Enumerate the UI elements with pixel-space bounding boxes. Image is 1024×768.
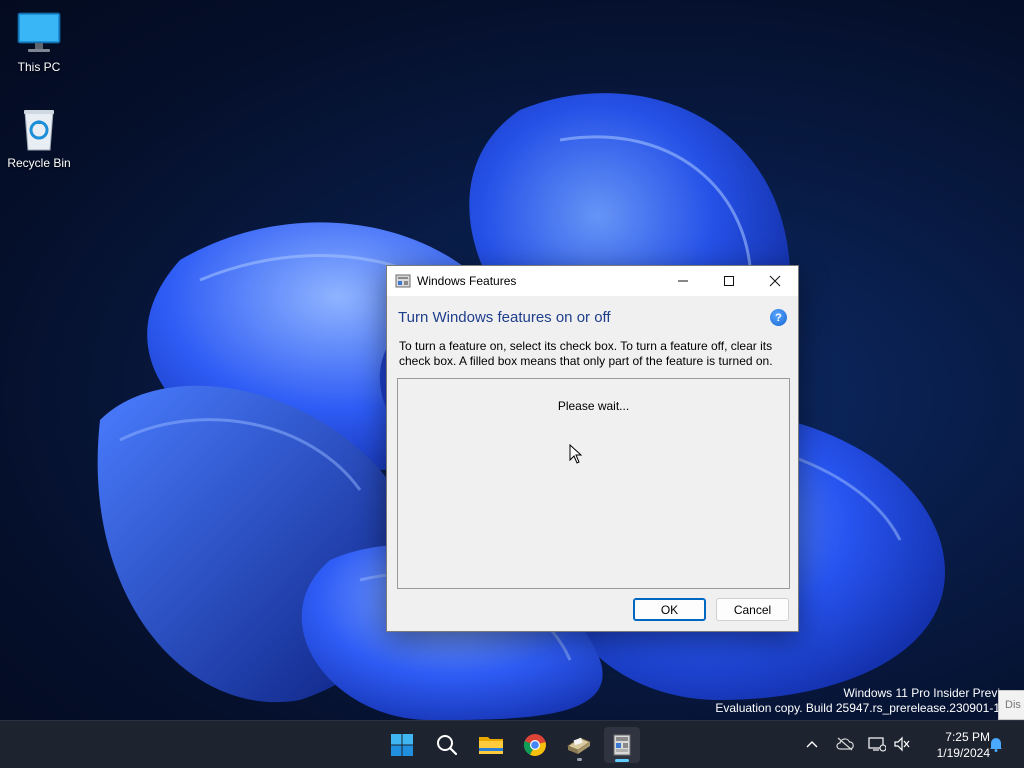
- volume-button[interactable]: [890, 731, 914, 757]
- volume-muted-icon: [894, 736, 910, 752]
- loading-status: Please wait...: [557, 399, 630, 413]
- maximize-button[interactable]: [706, 266, 752, 296]
- windows-features-dialog: Windows Features Turn Windows features o…: [386, 265, 799, 632]
- scanner-app-button[interactable]: [561, 727, 597, 763]
- network-button[interactable]: [865, 731, 889, 757]
- clock-time: 7:25 PM: [945, 730, 990, 744]
- chevron-up-icon: [806, 741, 818, 748]
- side-popup-label: Dis: [1005, 699, 1021, 711]
- evaluation-watermark: Windows 11 Pro Insider Previ Evaluation …: [715, 686, 1000, 716]
- file-explorer-icon: [479, 737, 503, 754]
- windows-features-icon: [395, 273, 411, 289]
- desktop-icon-this-pc[interactable]: This PC: [0, 10, 78, 74]
- chrome-button[interactable]: [517, 727, 553, 763]
- taskbar-clock[interactable]: 7:25 PM 1/19/2024: [918, 729, 990, 761]
- cancel-button[interactable]: Cancel: [716, 598, 789, 621]
- desktop-icon-label: Recycle Bin: [7, 156, 71, 170]
- minimize-icon: [678, 280, 688, 282]
- chrome-icon: [523, 734, 546, 756]
- show-hidden-icons-button[interactable]: [800, 731, 824, 757]
- help-button[interactable]: ?: [770, 309, 787, 326]
- notification-bell-icon: [990, 738, 1002, 752]
- ok-button[interactable]: OK: [633, 598, 706, 621]
- monitor-icon: [15, 10, 63, 58]
- dialog-heading: Turn Windows features on or off: [398, 309, 611, 326]
- side-popup-tab[interactable]: Dis: [998, 690, 1024, 720]
- network-icon: [868, 737, 886, 752]
- dialog-titlebar[interactable]: Windows Features: [387, 266, 798, 296]
- desktop-icon-label: This PC: [17, 60, 61, 74]
- notifications-button[interactable]: [984, 731, 1008, 757]
- close-icon: [769, 275, 781, 287]
- start-button[interactable]: [384, 727, 420, 763]
- start-icon: [391, 734, 413, 756]
- dialog-body: Turn Windows features on or off ? To tur…: [387, 296, 798, 631]
- close-button[interactable]: [752, 266, 798, 296]
- onedrive-button[interactable]: [833, 731, 857, 757]
- taskbar: 7:25 PM 1/19/2024: [0, 720, 1024, 768]
- features-tree[interactable]: Please wait...: [397, 378, 790, 589]
- scanner-app-icon: [567, 737, 591, 754]
- search-button[interactable]: [429, 727, 465, 763]
- windows-features-taskbar-button[interactable]: [604, 727, 640, 763]
- watermark-edition: Windows 11 Pro Insider Previ: [843, 686, 1000, 700]
- help-icon: ?: [775, 311, 782, 324]
- clock-date: 1/19/2024: [936, 746, 990, 760]
- minimize-button[interactable]: [660, 266, 706, 296]
- cloud-offline-icon: [836, 737, 854, 751]
- active-app-indicator: [615, 759, 629, 762]
- running-indicator: [577, 758, 582, 761]
- search-icon: [437, 735, 458, 756]
- desktop-icon-recycle-bin[interactable]: Recycle Bin: [0, 106, 78, 170]
- maximize-icon: [724, 276, 734, 286]
- dialog-description: To turn a feature on, select its check b…: [399, 339, 773, 368]
- windows-features-icon: [613, 734, 631, 756]
- mouse-cursor-icon: [569, 444, 583, 464]
- file-explorer-button[interactable]: [473, 727, 509, 763]
- recycle-bin-icon: [15, 106, 63, 154]
- dialog-title: Windows Features: [417, 274, 517, 288]
- watermark-build: Evaluation copy. Build 25947.rs_prerelea…: [715, 701, 1000, 715]
